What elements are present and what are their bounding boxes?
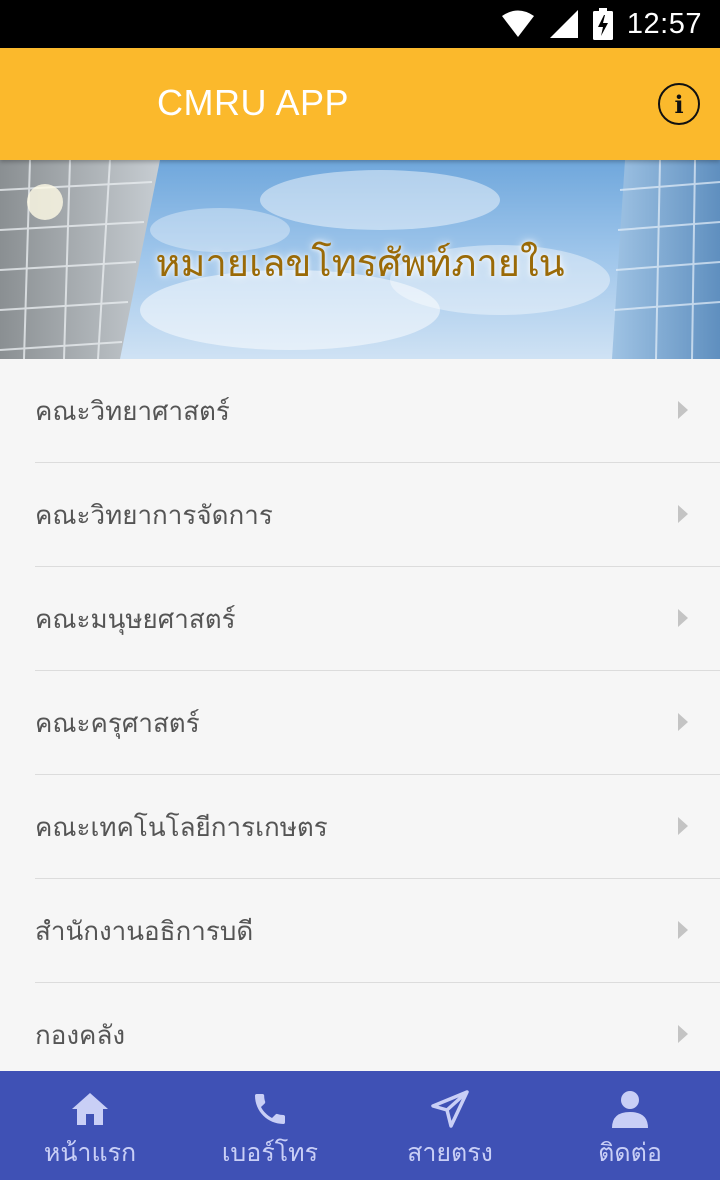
list-item-label: คณะครุศาสตร์	[35, 709, 200, 739]
chevron-right-icon	[678, 1025, 688, 1043]
nav-direct[interactable]: สายตรง	[360, 1071, 540, 1180]
list-item[interactable]: คณะวิทยาการจัดการ	[35, 463, 720, 567]
wifi-icon	[501, 10, 535, 38]
home-icon	[70, 1087, 110, 1131]
info-button[interactable]: i	[658, 83, 700, 125]
banner: หมายเลขโทรศัพท์ภายใน	[0, 160, 720, 359]
battery-charging-icon	[592, 8, 613, 40]
nav-home-label: หน้าแรก	[43, 1138, 137, 1167]
app-bar: CMRU APP i	[0, 48, 720, 160]
department-list: คณะวิทยาศาสตร์ คณะวิทยาการจัดการ คณะมนุษ…	[0, 359, 720, 1071]
nav-direct-label: สายตรง	[407, 1138, 493, 1167]
info-icon: i	[674, 89, 684, 119]
list-item-label: คณะเทคโนโลยีการเกษตร	[35, 813, 328, 843]
chevron-right-icon	[678, 713, 688, 731]
nav-contact[interactable]: ติดต่อ	[540, 1071, 720, 1180]
list-item[interactable]: คณะวิทยาศาสตร์	[35, 359, 720, 463]
status-bar: 12:57	[0, 0, 720, 48]
list-item-label: สำนักงานอธิการบดี	[35, 917, 254, 947]
chevron-right-icon	[678, 609, 688, 627]
send-icon	[429, 1087, 471, 1131]
list-item-label: คณะวิทยาศาสตร์	[35, 397, 230, 427]
person-icon	[610, 1087, 650, 1131]
list-item[interactable]: กองคลัง	[35, 983, 720, 1071]
banner-title: หมายเลขโทรศัพท์ภายใน	[155, 241, 565, 285]
nav-contact-label: ติดต่อ	[598, 1138, 662, 1167]
nav-home[interactable]: หน้าแรก	[0, 1071, 180, 1180]
chevron-right-icon	[678, 817, 688, 835]
list-item[interactable]: คณะเทคโนโลยีการเกษตร	[35, 775, 720, 879]
list-item-label: คณะมนุษยศาสตร์	[35, 605, 236, 635]
list-item[interactable]: คณะมนุษยศาสตร์	[35, 567, 720, 671]
clock: 12:57	[626, 7, 702, 40]
signal-icon	[549, 9, 579, 39]
list-item[interactable]: สำนักงานอธิการบดี	[35, 879, 720, 983]
phone-icon	[250, 1087, 290, 1131]
app-title: CMRU APP	[157, 82, 350, 123]
list-item-label: คณะวิทยาการจัดการ	[35, 501, 273, 531]
nav-phone-label: เบอร์โทร	[221, 1138, 319, 1167]
chevron-right-icon	[678, 921, 688, 939]
nav-phone[interactable]: เบอร์โทร	[180, 1071, 360, 1180]
list-item[interactable]: คณะครุศาสตร์	[35, 671, 720, 775]
chevron-right-icon	[678, 401, 688, 419]
bottom-nav: หน้าแรก เบอร์โทร สายตรง ติดต่อ	[0, 1071, 720, 1180]
chevron-right-icon	[678, 505, 688, 523]
list-item-label: กองคลัง	[35, 1021, 126, 1051]
